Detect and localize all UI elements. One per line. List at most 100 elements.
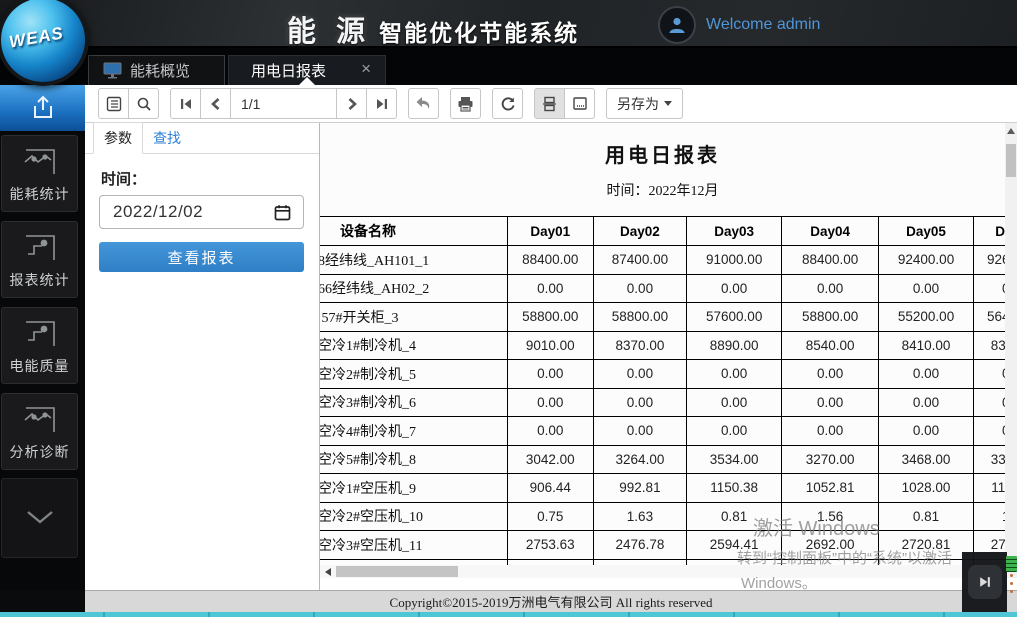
back-arrow-icon xyxy=(415,96,432,111)
table-row: 57#开关柜_358800.0058800.0057600.0058800.00… xyxy=(320,303,1005,332)
table-row: 空冷4#制冷机_70.000.000.000.000.000.00576 xyxy=(320,417,1005,446)
search-button[interactable] xyxy=(128,88,159,119)
sidebar-item-export[interactable] xyxy=(0,85,85,131)
date-input[interactable]: 2022/12/02 xyxy=(99,195,304,229)
table-header-row: 设备名称 Day01 Day02 Day03 Day04 Day05 Day06… xyxy=(320,217,1005,246)
last-page-icon xyxy=(375,97,389,111)
value-cell: 8410.00 xyxy=(878,331,973,360)
value-cell: 58800.00 xyxy=(593,303,686,332)
value-cell: 0.81 xyxy=(686,502,781,531)
welcome-area[interactable]: Welcome admin xyxy=(658,6,820,44)
save-as-label: 另存为 xyxy=(617,94,659,114)
view-report-button[interactable]: 查看报表 xyxy=(99,242,304,272)
back-button[interactable] xyxy=(408,88,439,119)
next-page-icon xyxy=(345,97,359,111)
column-header: Day05 xyxy=(878,217,973,246)
first-page-button[interactable] xyxy=(170,88,201,119)
device-name-cell: 空冷1#制冷机_4 xyxy=(320,331,507,360)
scroll-left-icon[interactable] xyxy=(322,565,334,578)
value-cell: 0.81 xyxy=(878,502,973,531)
avatar[interactable] xyxy=(658,6,696,44)
last-page-button[interactable] xyxy=(366,88,397,119)
value-cell: 0.75 xyxy=(507,502,593,531)
user-icon xyxy=(667,15,687,35)
value-cell: 57600.00 xyxy=(686,303,781,332)
value-cell: 0.00 xyxy=(878,360,973,389)
tab-bar: 能耗概览 用电日报表 × xyxy=(0,48,1017,85)
value-cell: 2753.63 xyxy=(507,531,593,560)
overflow-dots-icon[interactable] xyxy=(1010,574,1013,593)
tab-parameters[interactable]: 参数 xyxy=(93,122,143,154)
sidebar-item-energy-stats[interactable]: 能耗统计 xyxy=(1,135,78,212)
horizontal-scrollbar-thumb[interactable] xyxy=(336,566,458,577)
value-cell: 8370.00 xyxy=(593,331,686,360)
value-cell: 1.63 xyxy=(974,502,1005,531)
value-cell: 1.56 xyxy=(782,502,879,531)
refresh-button[interactable] xyxy=(492,88,523,119)
table-row: 空冷1#制冷机_49010.008370.008890.008540.00841… xyxy=(320,331,1005,360)
value-cell: 0.00 xyxy=(507,388,593,417)
calendar-icon[interactable] xyxy=(274,204,291,221)
value-cell: 0.00 xyxy=(974,274,1005,303)
prev-page-button[interactable] xyxy=(200,88,231,119)
export-icon xyxy=(28,93,58,123)
value-cell: 9010.00 xyxy=(507,331,593,360)
report-title: 用电日报表 xyxy=(320,139,1005,168)
printer-icon xyxy=(457,96,474,112)
horizontal-scrollbar[interactable] xyxy=(320,565,1005,578)
value-cell: 8890.00 xyxy=(686,331,781,360)
screen-overlay-panel[interactable] xyxy=(962,552,1007,612)
table-row: 66经纬线_AH02_20.000.000.000.000.000.000 xyxy=(320,274,1005,303)
scroll-up-icon[interactable] xyxy=(1005,125,1017,137)
device-name-cell: 空冷3#制冷机_6 xyxy=(320,388,507,417)
value-cell: 3342.00 xyxy=(974,445,1005,474)
toc-button[interactable] xyxy=(98,88,129,119)
top-header: 能 源智能优化节能系统 Welcome admin xyxy=(0,0,1017,48)
single-page-view-button[interactable] xyxy=(564,88,595,119)
parameters-tabs: 参数 查找 xyxy=(85,123,319,154)
value-cell: 8540.00 xyxy=(782,331,879,360)
table-row: 空冷3#空压机_112753.632476.782594.412692.0027… xyxy=(320,531,1005,560)
print-button[interactable] xyxy=(450,88,481,119)
close-icon[interactable]: × xyxy=(361,60,371,77)
vertical-scrollbar[interactable] xyxy=(1005,123,1017,578)
sidebar-footer xyxy=(0,590,85,612)
table-row: 空冷3#制冷机_60.000.000.000.000.000.000 xyxy=(320,388,1005,417)
value-cell: 2476.78 xyxy=(593,531,686,560)
vertical-scrollbar-thumb[interactable] xyxy=(1006,144,1016,177)
table-row: 8经纬线_AH101_188400.0087400.0091000.008840… xyxy=(320,246,1005,275)
tab-search[interactable]: 查找 xyxy=(143,123,191,153)
continuous-view-button[interactable] xyxy=(534,88,565,119)
value-cell: 0.00 xyxy=(686,388,781,417)
next-page-button[interactable] xyxy=(336,88,367,119)
app-window: 能 源智能优化节能系统 Welcome admin WEAS 能耗概览 用 xyxy=(0,0,1017,617)
page-indicator-input[interactable] xyxy=(230,88,337,119)
value-cell: 0.00 xyxy=(593,360,686,389)
sidebar-item-report-stats[interactable]: 报表统计 xyxy=(1,221,78,298)
value-cell: 0.00 xyxy=(878,388,973,417)
device-name-cell: 空冷2#制冷机_5 xyxy=(320,360,507,389)
value-cell: 3264.00 xyxy=(593,445,686,474)
sidebar-item-label: 能耗统计 xyxy=(10,184,70,204)
value-cell: 0.00 xyxy=(974,360,1005,389)
value-cell: 0.00 xyxy=(878,274,973,303)
sidebar-item-power-quality[interactable]: 电能质量 xyxy=(1,307,78,384)
tab-energy-overview[interactable]: 能耗概览 xyxy=(88,55,225,85)
value-cell: 1150.38 xyxy=(686,474,781,503)
tab-power-daily-report[interactable]: 用电日报表 × xyxy=(228,55,386,85)
value-cell: 2720.81 xyxy=(878,531,973,560)
power-quality-icon xyxy=(20,316,60,350)
value-cell: 87400.00 xyxy=(593,246,686,275)
sidebar-collapse[interactable] xyxy=(1,478,78,558)
value-cell: 0.00 xyxy=(686,360,781,389)
value-cell: 58800.00 xyxy=(782,303,879,332)
value-cell: 906.44 xyxy=(507,474,593,503)
save-as-button[interactable]: 另存为 xyxy=(606,88,683,119)
column-header-device-name: 设备名称 xyxy=(320,217,507,246)
footer-bar: Copyright©2015-2019万洲电气有限公司 All rights r… xyxy=(85,590,1017,612)
copyright-text: Copyright©2015-2019万洲电气有限公司 All rights r… xyxy=(390,592,713,611)
skip-next-button[interactable] xyxy=(968,565,1002,599)
value-cell: 0.00 xyxy=(507,360,593,389)
value-cell: 55200.00 xyxy=(878,303,973,332)
sidebar-item-analysis[interactable]: 分析诊断 xyxy=(1,393,78,470)
